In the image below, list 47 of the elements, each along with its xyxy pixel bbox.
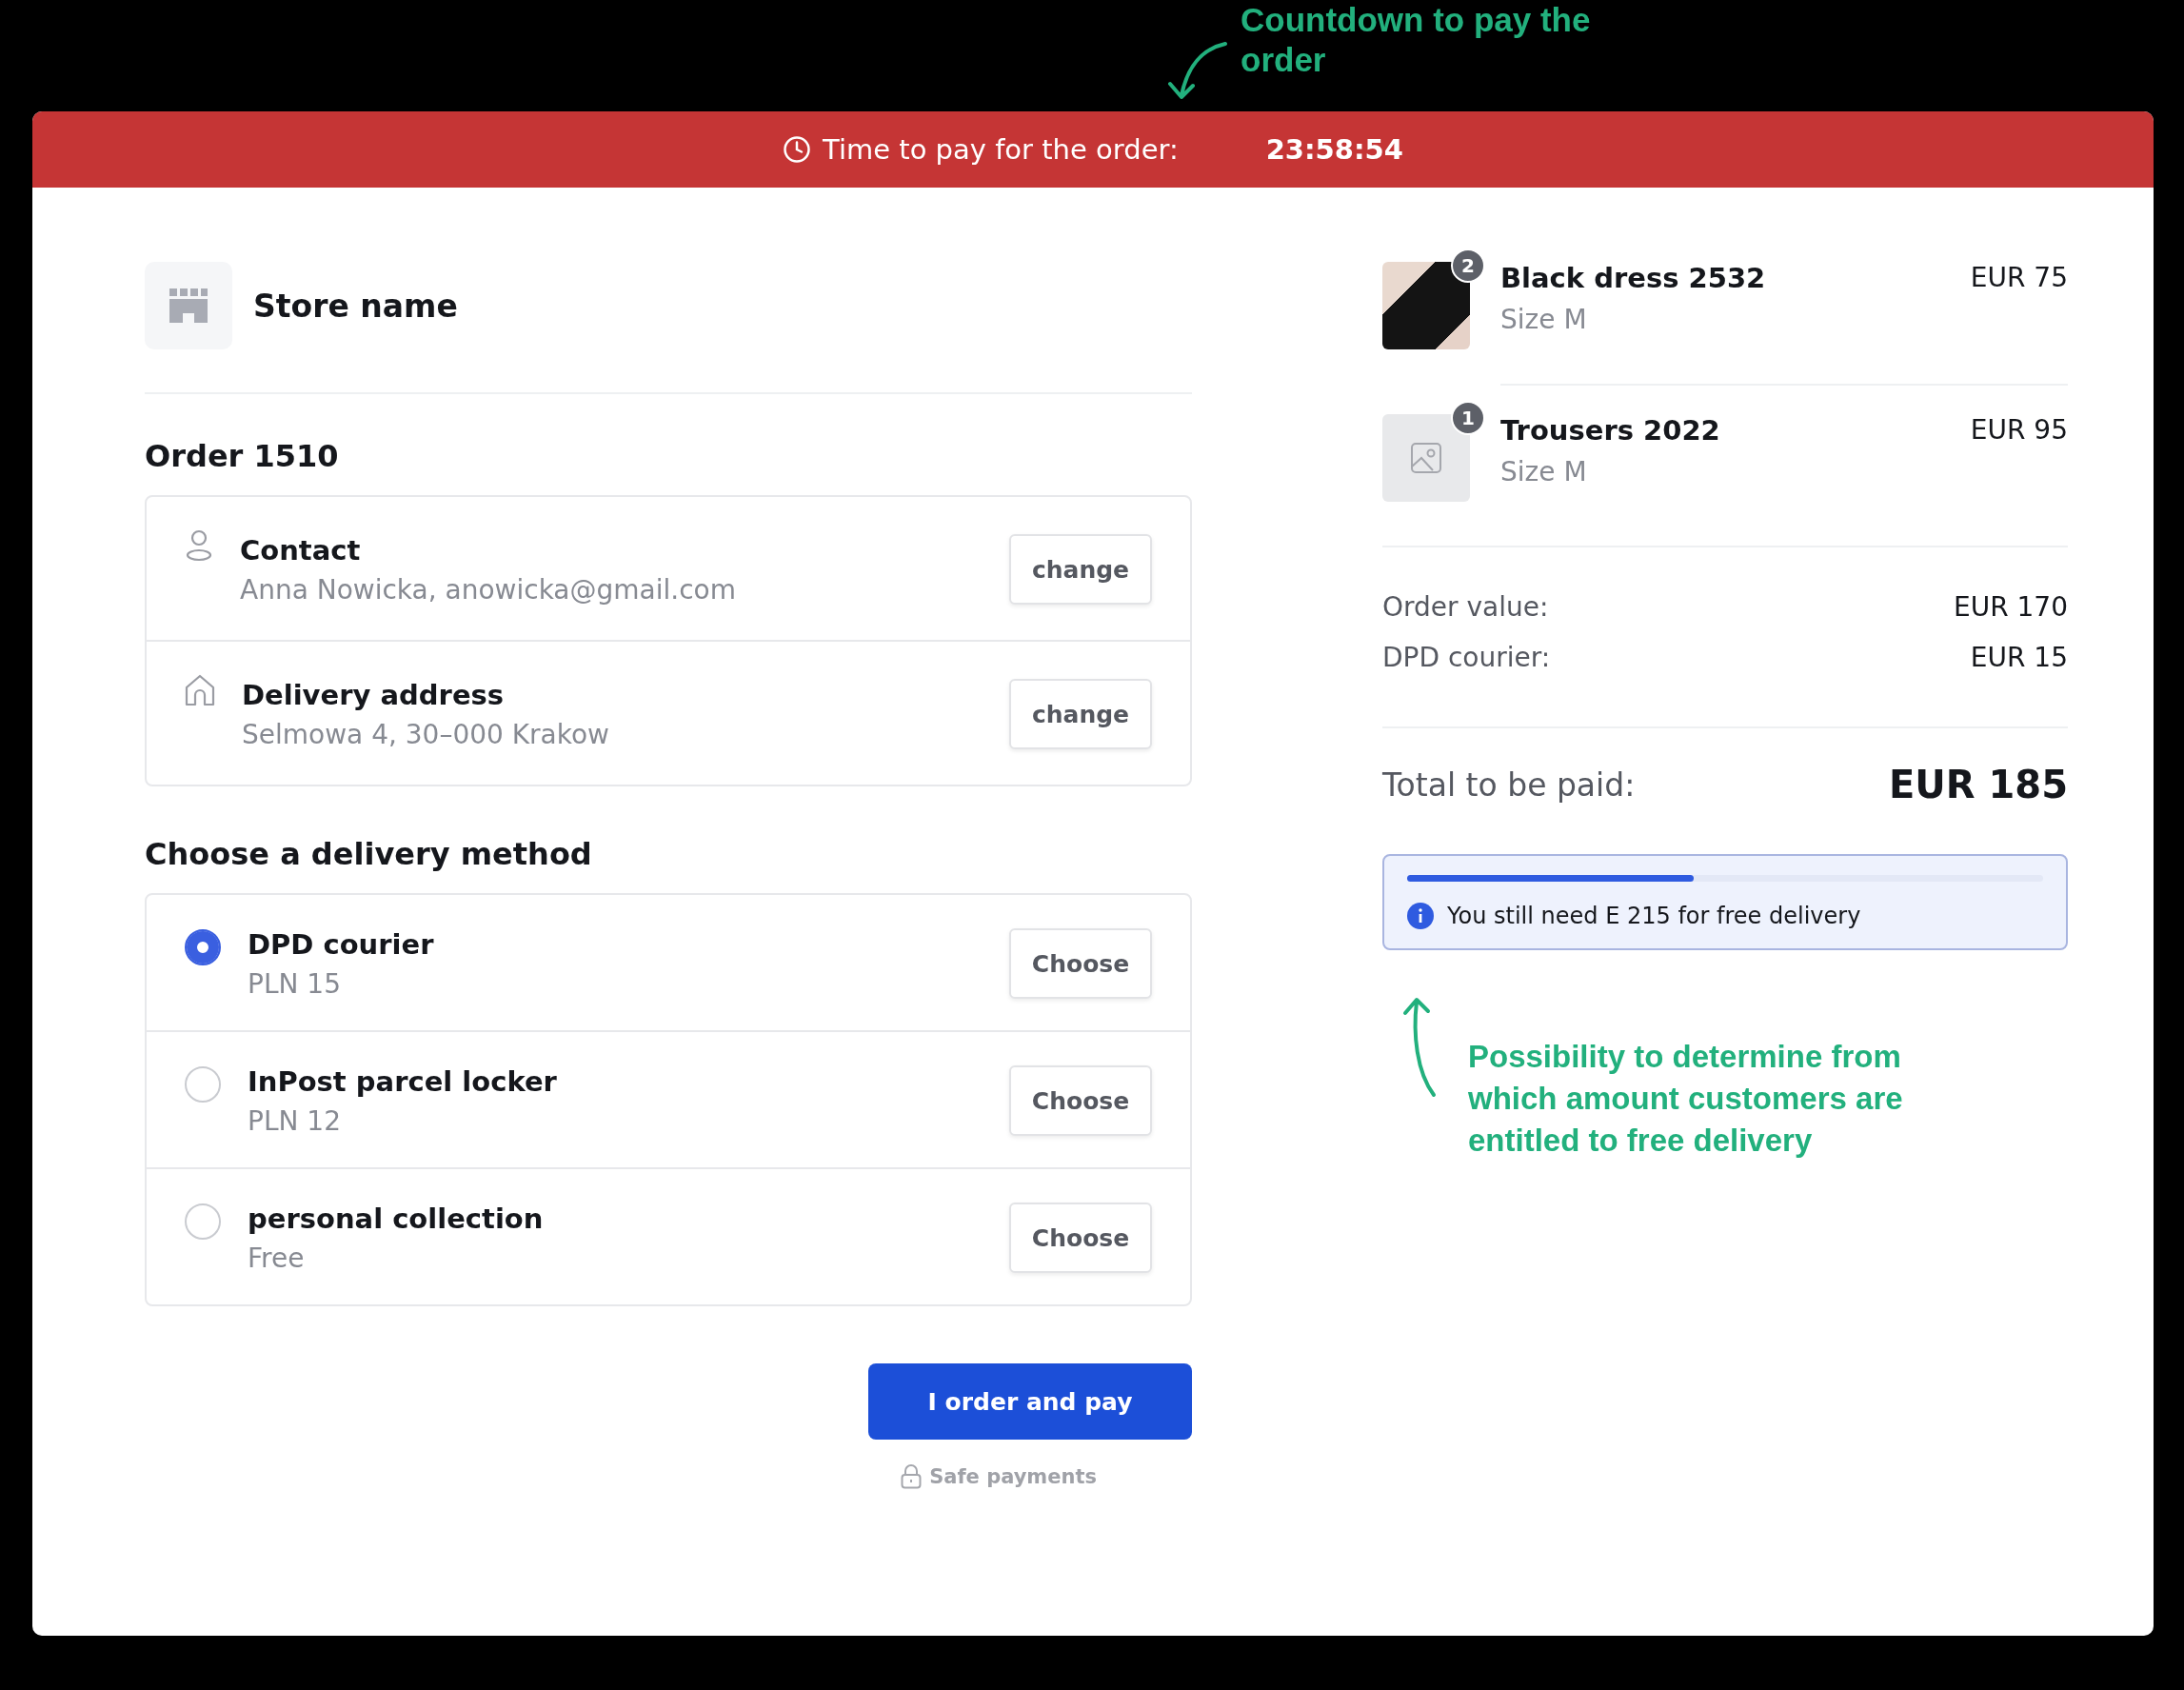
clock-icon (783, 135, 812, 164)
detail-value: Selmowa 4, 30–000 Krakow (242, 718, 610, 750)
timer-countdown: 23:58:54 (1265, 133, 1403, 166)
quantity-badge: 2 (1451, 249, 1485, 283)
summary-value: EUR 170 (1954, 591, 2068, 623)
summary-label: DPD courier: (1382, 642, 1551, 673)
total-value: EUR 185 (1888, 763, 2068, 806)
delivery-option-price: PLN 15 (248, 967, 342, 1000)
radio-button[interactable] (185, 929, 221, 965)
product-name: Trousers 2022 (1500, 414, 1721, 447)
free-delivery-message: You still need E 215 for free delivery (1447, 903, 1861, 929)
detail-value: Anna Nowicka, anowicka@gmail.com (240, 573, 737, 606)
product-size: Size M (1500, 456, 1588, 487)
change-button[interactable]: change (1009, 534, 1152, 605)
summary-value: EUR 15 (1970, 642, 2068, 673)
delivery-title: Choose a delivery method (145, 836, 593, 872)
detail-title: Contact (240, 533, 362, 567)
delivery-option-name: personal collection (248, 1202, 545, 1235)
order-title: Order 1510 (145, 438, 340, 474)
product-price: EUR 75 (1970, 262, 2068, 293)
detail-title: Delivery address (242, 678, 506, 711)
delivery-option-price: Free (248, 1242, 306, 1274)
info-icon (1407, 903, 1434, 929)
product-price: EUR 95 (1970, 414, 2068, 446)
person-icon (185, 529, 213, 562)
delivery-option-price: PLN 12 (248, 1104, 342, 1137)
padlock-icon (901, 1464, 923, 1489)
total-label: Total to be paid: (1382, 765, 1636, 804)
safe-payments-note: Safe payments (929, 1465, 1097, 1488)
summary-label: Order value: (1382, 591, 1549, 623)
timer-label: Time to pay for the order: (823, 133, 1179, 166)
delivery-option-name: DPD courier (248, 927, 435, 961)
choose-button[interactable]: Choose (1009, 1065, 1152, 1136)
quantity-badge: 1 (1451, 401, 1485, 435)
delivery-option-name: InPost parcel locker (248, 1064, 558, 1098)
product-name: Black dress 2532 (1500, 262, 1767, 294)
choose-button[interactable]: Choose (1009, 1203, 1152, 1273)
annotation-text: Possibility to determine from which amount customers are entitled to free delivery (1468, 1038, 1904, 1160)
choose-button[interactable]: Choose (1009, 928, 1152, 999)
house-icon (185, 674, 215, 706)
annotation-text: Countdown to pay the order (1241, 0, 1592, 80)
store-name: Store name (253, 287, 458, 325)
change-button[interactable]: change (1009, 679, 1152, 749)
image-icon (1410, 442, 1442, 474)
product-size: Size M (1500, 304, 1588, 335)
order-and-pay-button[interactable]: I order and pay (868, 1363, 1192, 1440)
store-icon (169, 288, 208, 323)
